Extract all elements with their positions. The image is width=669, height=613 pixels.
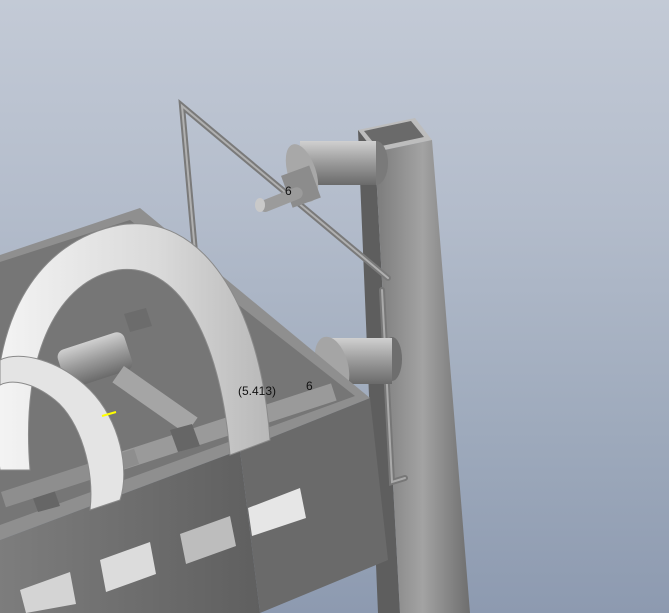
- assembly-model[interactable]: [0, 0, 669, 613]
- cad-3d-viewport[interactable]: 6 (5.413) 6: [0, 0, 669, 613]
- dimension-label-right[interactable]: 6: [306, 379, 313, 393]
- dimension-label-top[interactable]: 6: [285, 184, 292, 198]
- dimension-label-reference[interactable]: (5.413): [238, 384, 276, 398]
